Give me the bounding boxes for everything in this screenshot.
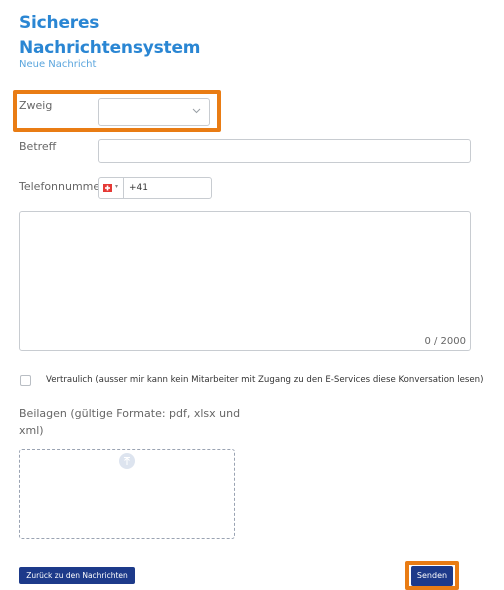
subject-input[interactable] bbox=[98, 139, 471, 163]
page-subtitle: Neue Nachricht bbox=[19, 59, 97, 70]
phone-input-value: +41 bbox=[129, 183, 148, 193]
message-textarea[interactable]: 0 / 2000 bbox=[19, 211, 471, 351]
attachments-label-line2: xml) bbox=[19, 424, 44, 437]
chevron-down-icon bbox=[192, 107, 201, 117]
confidential-label: Vertraulich (ausser mir kann kein Mitarb… bbox=[46, 375, 484, 385]
swiss-flag-icon bbox=[103, 184, 112, 192]
attachments-label-line1: Beilagen (gültige Formate: pdf, xlsx und bbox=[19, 407, 241, 420]
send-button[interactable]: Senden bbox=[411, 566, 453, 586]
confidential-checkbox[interactable] bbox=[20, 375, 31, 386]
phone-label: Telefonnumme bbox=[19, 180, 101, 193]
branch-label: Zweig bbox=[19, 99, 53, 112]
message-char-counter: 0 / 2000 bbox=[424, 336, 466, 347]
page-title-line2: Nachrichtensystem bbox=[19, 38, 201, 58]
branch-select[interactable] bbox=[98, 98, 210, 126]
country-selector[interactable]: ▾ bbox=[99, 178, 124, 198]
attachments-dropzone[interactable] bbox=[19, 449, 235, 539]
page-title-line1: Sicheres bbox=[19, 13, 100, 33]
phone-input[interactable]: ▾ +41 bbox=[98, 177, 212, 199]
upload-icon[interactable] bbox=[119, 453, 135, 469]
back-to-messages-button[interactable]: Zurück zu den Nachrichten bbox=[19, 567, 135, 584]
chevron-down-icon: ▾ bbox=[115, 183, 119, 190]
subject-label: Betreff bbox=[19, 140, 57, 153]
